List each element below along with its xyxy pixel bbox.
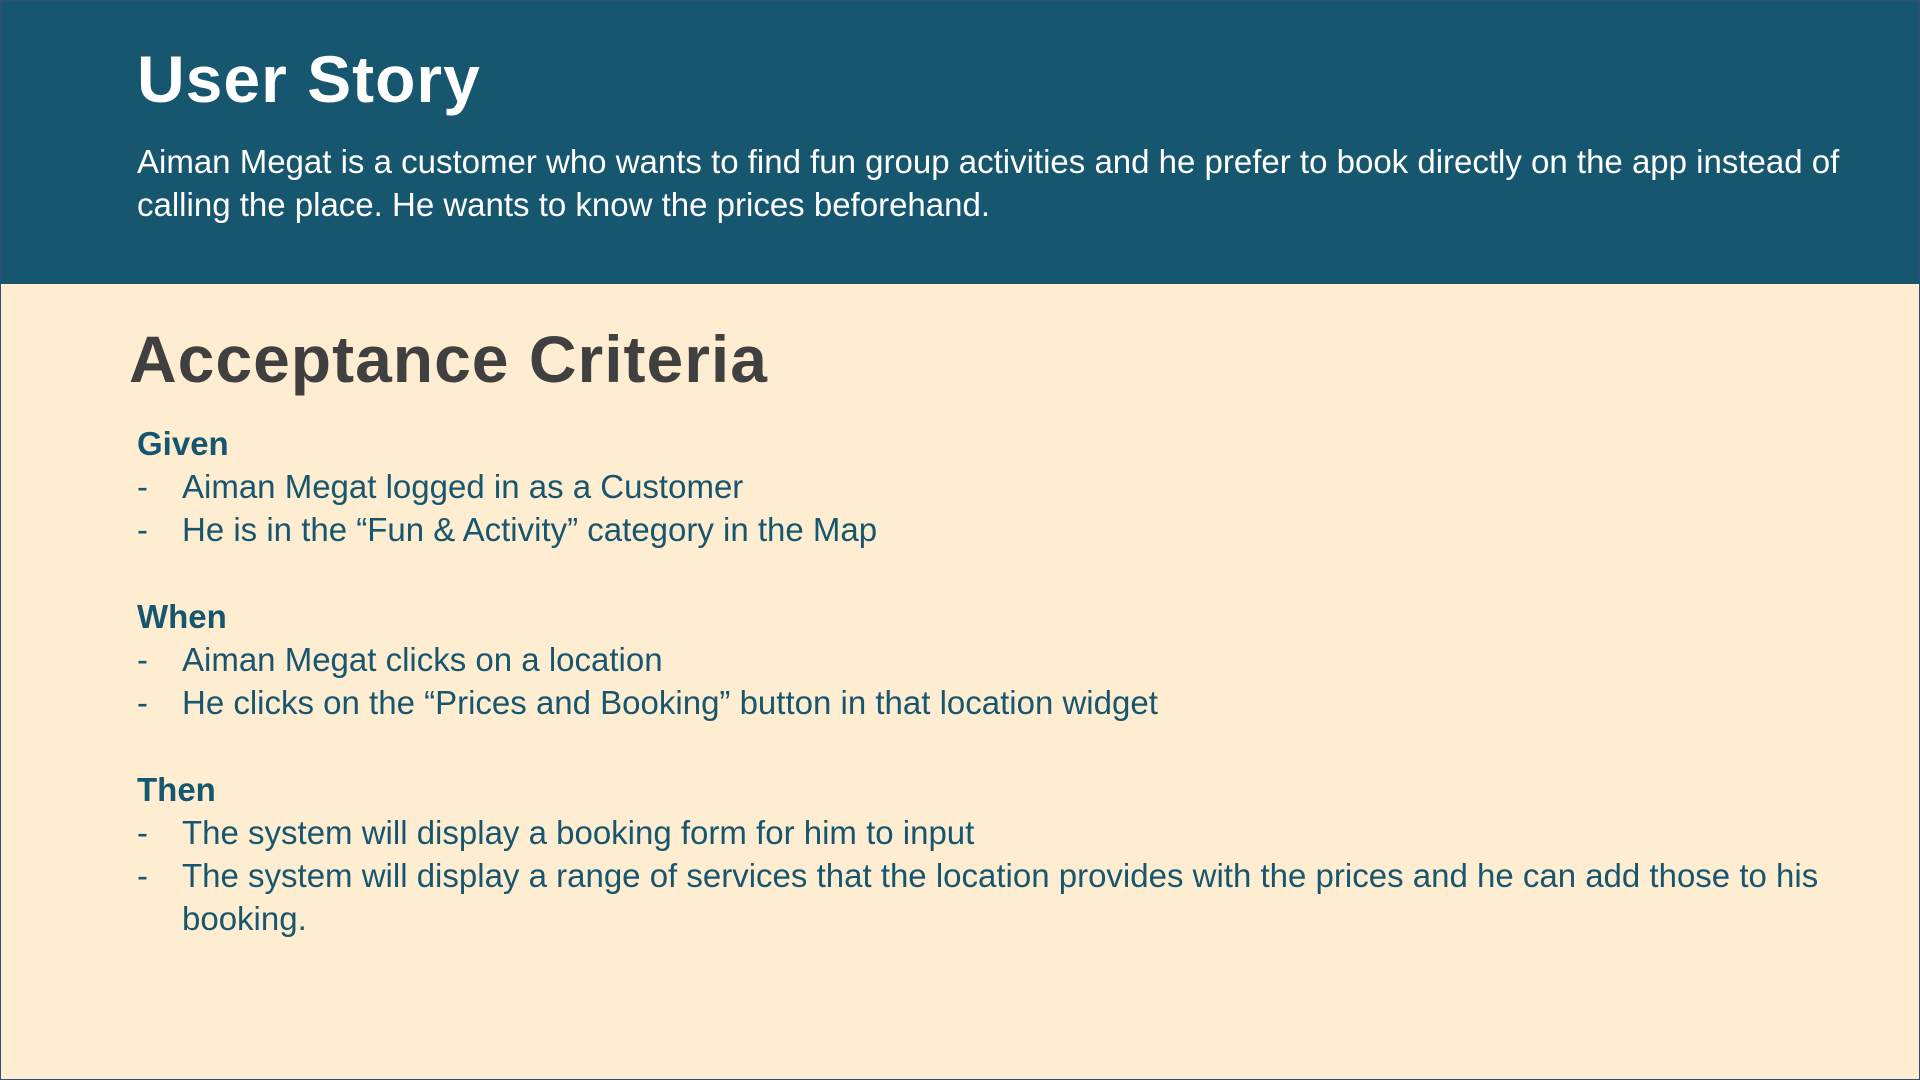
then-section: Then - The system will display a booking …	[137, 768, 1897, 940]
list-item: - Aiman Megat clicks on a location	[137, 638, 1897, 681]
user-story-title: User Story	[137, 42, 481, 116]
when-list: - Aiman Megat clicks on a location - He cl…	[137, 638, 1897, 724]
then-list: - The system will display a booking form …	[137, 811, 1897, 940]
when-section: When - Aiman Megat clicks on a location -…	[137, 595, 1897, 724]
bullet-dash: -	[137, 857, 148, 894]
list-item: - He clicks on the “Prices and Booking” b…	[137, 681, 1897, 724]
bullet-dash: -	[137, 468, 148, 505]
acceptance-criteria-title: Acceptance Criteria	[129, 322, 768, 396]
bullet-dash: -	[137, 511, 148, 548]
user-story-text: Aiman Megat is a customer who wants to f…	[137, 143, 1840, 223]
bullet-dash: -	[137, 641, 148, 678]
list-item: - The system will display a booking form …	[137, 811, 1897, 854]
list-item-text: He clicks on the “Prices and Booking” bu…	[182, 684, 1158, 721]
given-section: Given - Aiman Megat logged in as a Custom…	[137, 422, 1897, 551]
list-item-text: The system will display a range of servi…	[182, 857, 1819, 937]
slide: User Story Aiman Megat is a customer who…	[0, 0, 1920, 1080]
list-item: - The system will display a range of serv…	[137, 854, 1897, 940]
bullet-dash: -	[137, 684, 148, 721]
list-item: - Aiman Megat logged in as a Customer	[137, 465, 1897, 508]
given-heading: Given	[137, 425, 229, 462]
list-item-text: Aiman Megat logged in as a Customer	[182, 468, 744, 505]
bullet-dash: -	[137, 814, 148, 851]
list-item: - He is in the “Fun & Activity” category …	[137, 508, 1897, 551]
given-list: - Aiman Megat logged in as a Customer - He…	[137, 465, 1897, 551]
list-item-text: The system will display a booking form f…	[182, 814, 975, 851]
then-heading: Then	[137, 771, 216, 808]
user-story-banner: User Story Aiman Megat is a customer who…	[1, 1, 1919, 284]
list-item-text: Aiman Megat clicks on a location	[182, 641, 663, 678]
when-heading: When	[137, 598, 227, 635]
acceptance-criteria-body: Given - Aiman Megat logged in as a Custom…	[137, 422, 1897, 940]
list-item-text: He is in the “Fun & Activity” category i…	[182, 511, 878, 548]
